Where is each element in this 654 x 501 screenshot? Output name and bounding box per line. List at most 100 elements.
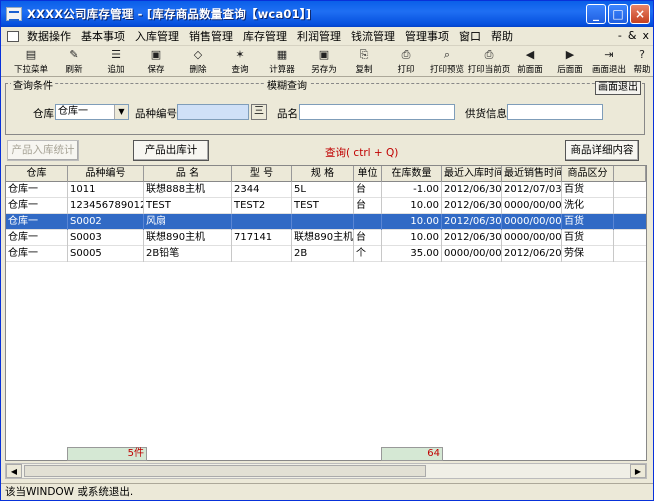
cell-last-inbound: 2012/06/30 (442, 198, 502, 214)
previous-page-icon: ◀ (525, 48, 535, 61)
minimize-button[interactable]: _ (586, 4, 606, 24)
header-last-inbound[interactable]: 最近入库时间 (442, 166, 502, 182)
cell-warehouse: 仓库一 (6, 230, 68, 246)
cell-spec: 2B (292, 246, 354, 262)
calculator-icon: ▦ (276, 48, 288, 61)
chevron-down-icon[interactable]: ▼ (114, 105, 128, 119)
mdi-close-button[interactable]: x (642, 29, 649, 42)
cell-name: TEST (144, 198, 232, 214)
tool-save-as[interactable]: ▣ 另存为 (307, 48, 341, 76)
header-name[interactable]: 品 名 (144, 166, 232, 182)
cell-name: 2B铅笔 (144, 246, 232, 262)
menu-basics[interactable]: 基本事项 (76, 28, 130, 44)
product-detail-button[interactable]: 商品详细内容 (565, 140, 639, 161)
cell-spec (292, 214, 354, 230)
product-name-input[interactable] (299, 104, 455, 120)
tool-next-page[interactable]: ▶ 后面面 (553, 48, 587, 76)
header-qty[interactable]: 在库数量 (382, 166, 442, 182)
scroll-left-icon[interactable]: ◀ (6, 464, 22, 478)
menu-cashflow[interactable]: 钱流管理 (346, 28, 400, 44)
title-bar[interactable]: XXXX公司库存管理 - [库存商品数量查询【wca01】] _ □ × (1, 1, 653, 27)
lookup-button[interactable]: 三 (251, 104, 267, 120)
supplier-input[interactable] (507, 104, 603, 120)
summary-count: 5件 (67, 447, 147, 461)
table-row[interactable]: 仓库一 S0003 联想890主机 717141 联想890主机 台 10.00… (6, 230, 646, 246)
tool-help[interactable]: ? 帮助 (631, 48, 653, 76)
tool-save[interactable]: ▣ 保存 (141, 48, 171, 76)
help-icon: ? (639, 48, 645, 61)
menu-admin[interactable]: 管理事项 (400, 28, 454, 44)
dropdown-menu-icon: ▤ (25, 48, 37, 61)
close-button[interactable]: × (630, 4, 650, 24)
tool-print-page[interactable]: ⎙ 打印当前页 (467, 48, 511, 76)
menu-profit[interactable]: 利润管理 (292, 28, 346, 44)
warehouse-label: 仓库 (33, 108, 54, 120)
horizontal-scrollbar[interactable]: ◀ ▶ (5, 463, 647, 479)
header-category[interactable]: 商品区分 (562, 166, 614, 182)
cell-category: 洗化 (562, 198, 614, 214)
cell-model (232, 246, 292, 262)
tool-exit-screen[interactable]: ⇥ 画面退出 (591, 48, 627, 76)
menu-sales[interactable]: 销售管理 (184, 28, 238, 44)
cell-name: 联想888主机 (144, 182, 232, 198)
print-icon: ⎙ (401, 48, 411, 61)
header-last-sale[interactable]: 最近销售时间 (502, 166, 562, 182)
cell-unit: 台 (354, 182, 382, 198)
cell-model: 2344 (232, 182, 292, 198)
menu-inventory[interactable]: 库存管理 (238, 28, 292, 44)
header-model[interactable]: 型 号 (232, 166, 292, 182)
tool-calculator[interactable]: ▦ 计算器 (265, 48, 299, 76)
exit-screen-icon: ⇥ (604, 48, 614, 61)
tool-dropdown-menu[interactable]: ▤ 下拉菜单 (11, 48, 51, 76)
cell-unit (354, 214, 382, 230)
tool-append[interactable]: ☰ 追加 (101, 48, 131, 76)
save-icon: ▣ (150, 48, 162, 61)
cell-qty: 10.00 (382, 230, 442, 246)
table-row-selected[interactable]: 仓库一 S0002 风扇 10.00 2012/06/30 0000/00/00… (6, 214, 646, 230)
tool-delete[interactable]: ◇ 删除 (183, 48, 213, 76)
status-bar: 该当WINDOW 或系统退出. (1, 483, 653, 500)
table-row[interactable]: 仓库一 1011 联想888主机 2344 5L 台 -1.00 2012/06… (6, 182, 646, 198)
header-code[interactable]: 品种编号 (68, 166, 144, 182)
screen-exit-button[interactable]: 画面退出 (595, 81, 641, 95)
summary-bar: 5件 64 (5, 447, 647, 463)
outbound-stats-button[interactable]: 产品出库计 (133, 140, 209, 161)
append-icon: ☰ (111, 48, 121, 61)
tool-query[interactable]: ✶ 查询 (225, 48, 255, 76)
menu-window[interactable]: 窗口 (454, 28, 486, 44)
cell-qty: -1.00 (382, 182, 442, 198)
maximize-button[interactable]: □ (608, 4, 628, 24)
menu-help[interactable]: 帮助 (486, 28, 518, 44)
scroll-thumb[interactable] (24, 465, 426, 477)
delete-icon: ◇ (193, 48, 203, 61)
menu-inbound[interactable]: 入库管理 (130, 28, 184, 44)
print-page-icon: ⎙ (484, 48, 494, 61)
menu-data-ops[interactable]: 数据操作 (22, 28, 76, 44)
main-window: XXXX公司库存管理 - [库存商品数量查询【wca01】] _ □ × 数据操… (0, 0, 654, 501)
summary-qty: 64 (381, 447, 443, 461)
document-icon[interactable] (5, 29, 19, 43)
tool-print-preview[interactable]: ⌕ 打印预览 (427, 48, 467, 76)
warehouse-select[interactable]: 仓库一 ▼ (55, 104, 129, 120)
cell-name: 风扇 (144, 214, 232, 230)
tool-previous-page[interactable]: ◀ 前面面 (513, 48, 547, 76)
cell-code: S0005 (68, 246, 144, 262)
header-warehouse[interactable]: 仓库 (6, 166, 68, 182)
scroll-right-icon[interactable]: ▶ (630, 464, 646, 478)
mdi-restore-button[interactable]: & (628, 29, 637, 42)
supplier-label: 供货信息 (465, 108, 507, 120)
product-code-input[interactable] (177, 104, 249, 120)
inbound-stats-button[interactable]: 产品入库统计 (7, 140, 79, 161)
header-spec[interactable]: 规 格 (292, 166, 354, 182)
fuzzy-query-label: 模糊查询 (265, 77, 309, 92)
table-row[interactable]: 仓库一 1234567890123 TEST TEST2 TEST 台 10.0… (6, 198, 646, 214)
tool-print[interactable]: ⎙ 打印 (391, 48, 421, 76)
inventory-table: 仓库 品种编号 品 名 型 号 规 格 单位 在库数量 最近入库时间 最近销售时… (5, 165, 647, 461)
tool-refresh[interactable]: ✎ 刷新 (59, 48, 89, 76)
print-preview-icon: ⌕ (443, 48, 451, 61)
header-unit[interactable]: 单位 (354, 166, 382, 182)
tool-copy[interactable]: ⎘ 复制 (349, 48, 379, 76)
cell-warehouse: 仓库一 (6, 198, 68, 214)
table-row[interactable]: 仓库一 S0005 2B铅笔 2B 个 35.00 0000/00/00 201… (6, 246, 646, 262)
mdi-minimize-button[interactable]: - (618, 29, 622, 42)
